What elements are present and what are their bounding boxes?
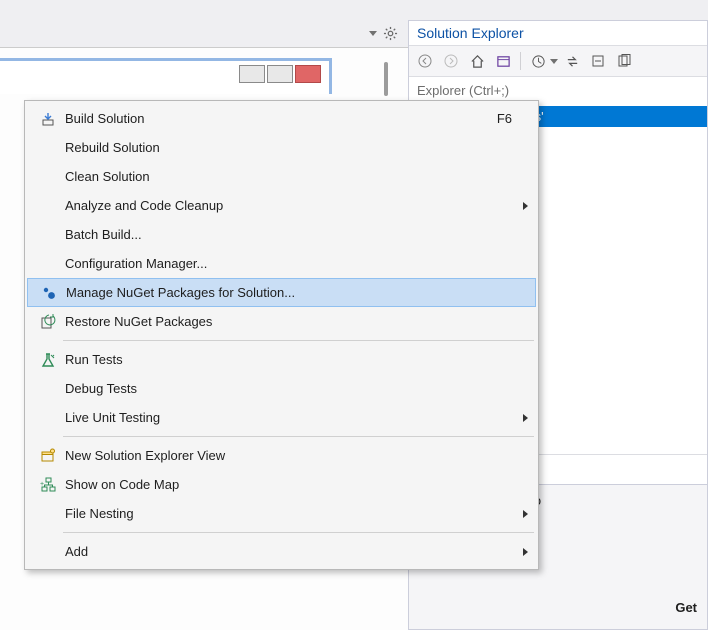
menu-separator: [63, 340, 534, 341]
menu-label: Analyze and Code Cleanup: [65, 198, 512, 213]
menu-item[interactable]: Manage NuGet Packages for Solution...: [27, 278, 536, 307]
nuget-icon: [32, 285, 66, 301]
menu-label: Live Unit Testing: [65, 410, 512, 425]
menu-label: Debug Tests: [65, 381, 512, 396]
chevron-down-icon[interactable]: [550, 59, 558, 64]
chevron-down-icon: [369, 31, 377, 36]
views-icon: [496, 54, 511, 69]
menu-item[interactable]: New Solution Explorer View: [27, 441, 536, 470]
menu-label: Rebuild Solution: [65, 140, 512, 155]
menu-item[interactable]: Run Tests: [27, 345, 536, 374]
sync-icon: [565, 54, 580, 69]
nav-back-button[interactable]: [413, 50, 437, 72]
designer-surface-peek: [0, 58, 332, 94]
menu-label: Batch Build...: [65, 227, 512, 242]
toolbar-overflow[interactable]: [369, 26, 398, 41]
chevron-right-icon: [523, 202, 528, 210]
menu-item[interactable]: Rebuild Solution: [27, 133, 536, 162]
collapse-icon: [591, 54, 605, 68]
menu-shortcut: F6: [497, 111, 512, 126]
switch-views-button[interactable]: [491, 50, 515, 72]
solution-context-menu: Build SolutionF6 Rebuild Solution Clean So…: [24, 100, 539, 570]
menu-label: New Solution Explorer View: [65, 448, 512, 463]
menu-item[interactable]: Live Unit Testing: [27, 403, 536, 432]
menu-label: Clean Solution: [65, 169, 512, 184]
sync-button[interactable]: [560, 50, 584, 72]
clock-icon: [531, 54, 546, 69]
menu-item[interactable]: File Nesting: [27, 499, 536, 528]
show-all-files-button[interactable]: [612, 50, 636, 72]
pending-changes-filter-button[interactable]: [526, 50, 550, 72]
home-icon: [470, 54, 485, 69]
menu-item[interactable]: + Show on Code Map: [27, 470, 536, 499]
menu-label: Show on Code Map: [65, 477, 512, 492]
splitter-handle[interactable]: [384, 62, 388, 96]
close-button[interactable]: [295, 65, 321, 83]
menu-label: Restore NuGet Packages: [65, 314, 512, 329]
menu-item[interactable]: Clean Solution: [27, 162, 536, 191]
chevron-right-icon: [523, 510, 528, 518]
menu-label: Configuration Manager...: [65, 256, 512, 271]
flask-icon: [31, 352, 65, 368]
menu-item[interactable]: Configuration Manager...: [27, 249, 536, 278]
menu-item[interactable]: Restore NuGet Packages: [27, 307, 536, 336]
props-bottom-label: Get: [675, 600, 697, 615]
arrow-left-icon: [418, 54, 432, 68]
new-window-icon: [31, 448, 65, 464]
collapse-all-button[interactable]: [586, 50, 610, 72]
restore-icon: [31, 314, 65, 330]
menu-item[interactable]: Build SolutionF6: [27, 104, 536, 133]
menu-separator: [63, 436, 534, 437]
menu-label: Build Solution: [65, 111, 497, 126]
menu-label: Manage NuGet Packages for Solution...: [66, 285, 511, 300]
window-controls: [239, 65, 321, 83]
maximize-button[interactable]: [267, 65, 293, 83]
menu-label: Add: [65, 544, 512, 559]
menu-label: Run Tests: [65, 352, 512, 367]
minimize-button[interactable]: [239, 65, 265, 83]
build-icon: [31, 111, 65, 127]
solution-explorer-toolbar: [409, 46, 707, 77]
menu-label: File Nesting: [65, 506, 512, 521]
menu-item[interactable]: Batch Build...: [27, 220, 536, 249]
panel-title: Solution Explorer: [409, 21, 707, 46]
menu-item[interactable]: Add: [27, 537, 536, 566]
toolbar-separator: [520, 52, 521, 70]
menu-separator: [63, 532, 534, 533]
gear-icon: [383, 26, 398, 41]
chevron-right-icon: [523, 414, 528, 422]
chevron-right-icon: [523, 548, 528, 556]
files-icon: [617, 54, 631, 68]
codemap-icon: +: [31, 477, 65, 493]
menu-item[interactable]: Debug Tests: [27, 374, 536, 403]
home-button[interactable]: [465, 50, 489, 72]
arrow-right-icon: [444, 54, 458, 68]
svg-text:+: +: [40, 481, 44, 488]
nav-forward-button[interactable]: [439, 50, 463, 72]
menu-item[interactable]: Analyze and Code Cleanup: [27, 191, 536, 220]
